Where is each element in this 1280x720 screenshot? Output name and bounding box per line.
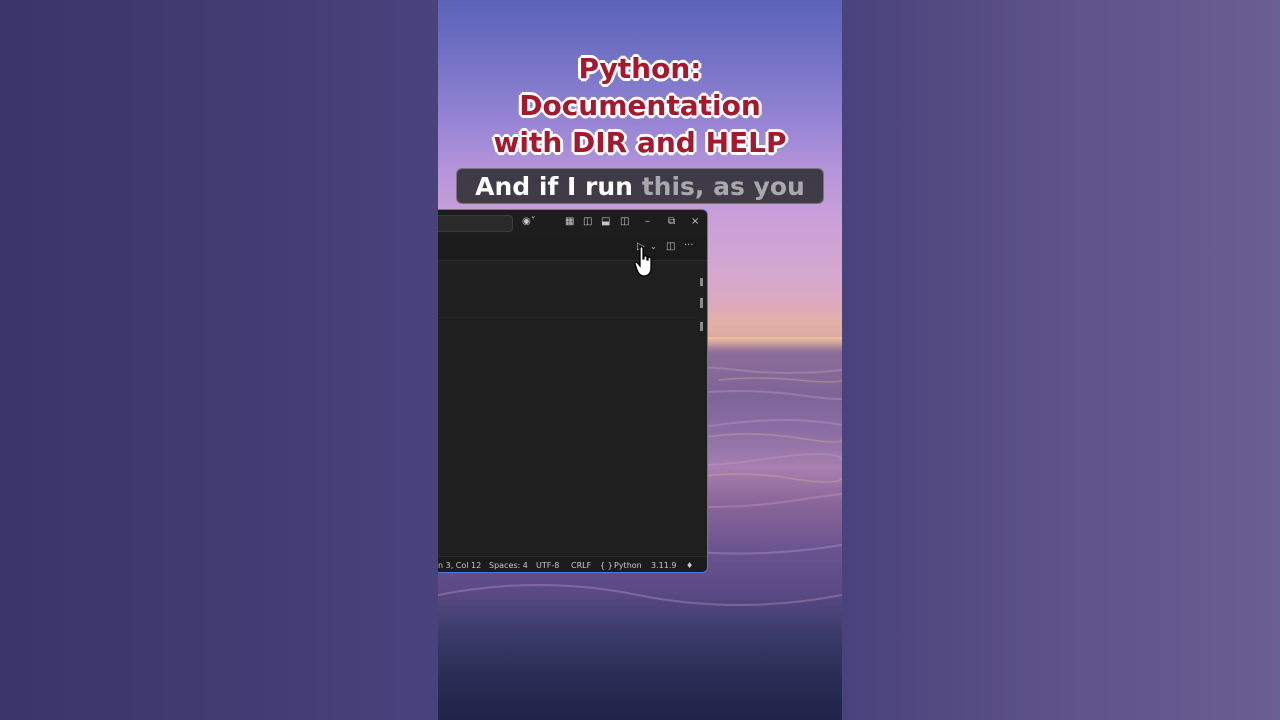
scrollbar-marker — [700, 278, 703, 286]
status-bar: n 3, Col 12 Spaces: 4 UTF-8 CRLF { } Pyt… — [438, 556, 707, 572]
code-editor-area[interactable] — [438, 261, 707, 553]
vscode-window: ◉˅ ▦ ◫ ⬓ ◫ – ⧉ × ▷ ⌄ ◫ ··· n 3, Col 12 S… — [438, 209, 708, 573]
restore-icon[interactable]: ⧉ — [668, 216, 675, 228]
title-line-1: Python: — [578, 52, 702, 85]
python-version[interactable]: 3.11.9 — [651, 557, 676, 572]
more-actions-icon[interactable]: ··· — [684, 240, 694, 252]
editor-tab-bar: ▷ ⌄ ◫ ··· — [438, 235, 707, 261]
notifications-bell-icon[interactable]: ♦ — [686, 557, 693, 572]
indentation-status[interactable]: Spaces: 4 — [489, 557, 528, 572]
close-icon[interactable]: × — [691, 216, 699, 228]
language-mode[interactable]: Python — [614, 557, 642, 572]
customize-layout-icon[interactable]: ▦ — [565, 216, 574, 228]
toggle-panel-icon[interactable]: ⬓ — [601, 216, 610, 228]
video-frame: Python: Documentation with DIR and HELP … — [438, 0, 842, 720]
title-bar: ◉˅ ▦ ◫ ⬓ ◫ – ⧉ × — [438, 210, 707, 235]
scrollbar-marker — [700, 322, 703, 331]
title-line-2: Documentation — [519, 89, 761, 122]
minimize-icon[interactable]: – — [645, 216, 650, 228]
line-highlight-separator — [438, 317, 696, 318]
toggle-primary-sidebar-icon[interactable]: ◫ — [583, 216, 592, 228]
toggle-secondary-sidebar-icon[interactable]: ◫ — [620, 216, 629, 228]
eol-status[interactable]: CRLF — [571, 557, 591, 572]
copilot-icon[interactable]: ◉˅ — [522, 216, 536, 228]
title-line-3: with DIR and HELP — [493, 126, 787, 159]
subtitle-caption: And if I run this, as you — [456, 168, 824, 204]
language-icon: { } — [600, 561, 613, 570]
hand-pointer-icon — [634, 246, 652, 277]
command-center-search[interactable] — [438, 215, 513, 232]
scrollbar-marker — [700, 298, 703, 308]
encoding-status[interactable]: UTF-8 — [536, 557, 559, 572]
split-editor-icon[interactable]: ◫ — [666, 241, 675, 253]
video-title: Python: Documentation with DIR and HELP — [438, 50, 842, 161]
cursor-position[interactable]: n 3, Col 12 — [438, 557, 481, 572]
caption-spoken-text: And if I run — [475, 172, 633, 201]
caption-upcoming-text: this, as you — [641, 172, 805, 201]
